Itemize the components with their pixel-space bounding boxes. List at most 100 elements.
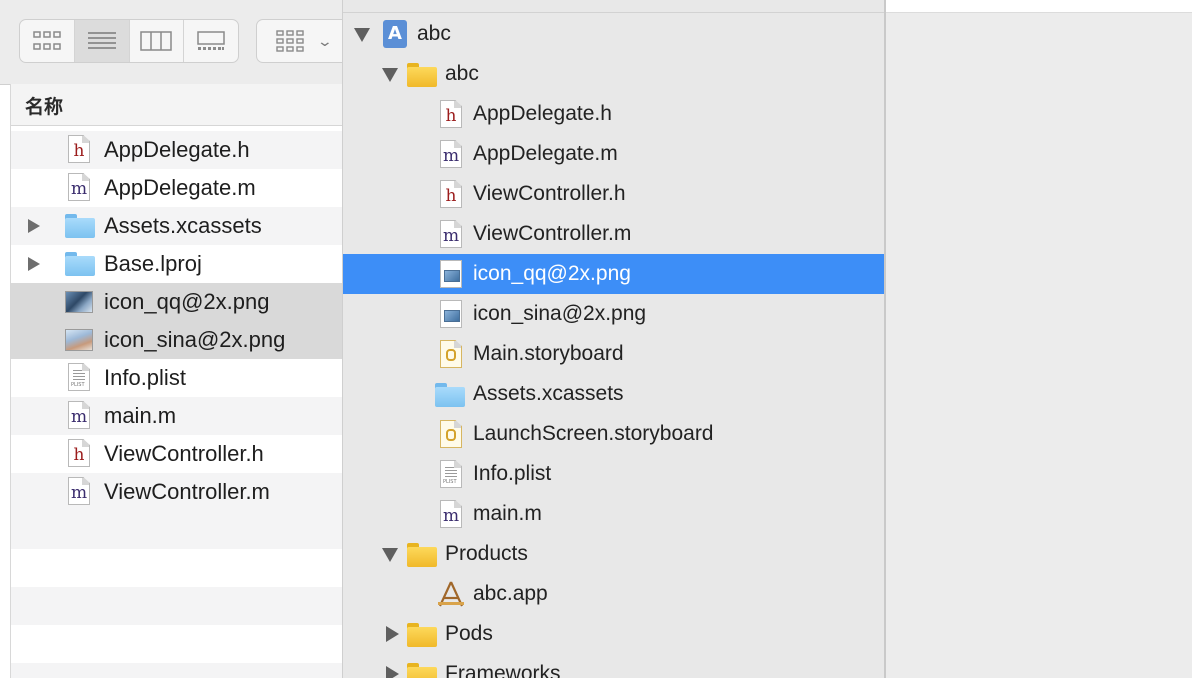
nav-item-label: Pods	[445, 622, 493, 645]
m-file-icon: m	[437, 500, 465, 528]
nav-item-frameworks[interactable]: Frameworks	[343, 654, 885, 678]
chevron-down-icon: ⌄	[316, 32, 334, 49]
nav-item-label: icon_qq@2x.png	[473, 262, 631, 285]
nav-item-appdelegate-h[interactable]: h AppDelegate.h	[343, 94, 885, 134]
nav-item-icon-qq-png-selected[interactable]: icon_qq@2x.png	[343, 254, 885, 294]
file-row-viewcontroller-h[interactable]: h ViewController.h	[11, 435, 342, 473]
list-view-icon	[87, 32, 116, 49]
list-view-button[interactable]	[74, 20, 130, 62]
icon-view-icon	[33, 31, 61, 50]
file-row-assets-xcassets[interactable]: Assets.xcassets	[11, 207, 342, 245]
file-name: icon_sina@2x.png	[104, 327, 286, 352]
file-name: AppDelegate.m	[104, 175, 256, 200]
nav-item-label: ViewController.m	[473, 222, 632, 245]
nav-item-label: main.m	[473, 502, 542, 525]
nav-item-pods[interactable]: Pods	[343, 614, 885, 654]
name-column-label: 名称	[25, 97, 64, 118]
nav-item-label: ViewController.h	[473, 182, 626, 205]
icon-view-button[interactable]	[20, 20, 75, 62]
group-by-button[interactable]: ⌄	[256, 19, 342, 63]
file-name: icon_qq@2x.png	[104, 289, 270, 314]
h-file-icon: h	[65, 135, 95, 165]
triangle-down-icon[interactable]	[353, 24, 371, 44]
nav-item-label: abc.app	[473, 582, 548, 605]
image-thumbnail-icon	[65, 325, 95, 355]
project-navigator: abc abc h AppDelegate.h m AppDelegate.m …	[342, 0, 885, 678]
nav-item-products[interactable]: Products	[343, 534, 885, 574]
view-mode-segmented-control	[19, 19, 239, 63]
file-row-appdelegate-m[interactable]: m AppDelegate.m	[11, 169, 342, 207]
triangle-right-icon	[28, 219, 40, 233]
empty-row	[11, 625, 342, 663]
m-file-icon: m	[65, 477, 95, 507]
storyboard-file-icon	[437, 420, 465, 448]
empty-row	[11, 511, 342, 549]
nav-item-label: AppDelegate.m	[473, 142, 618, 165]
blue-folder-icon	[65, 211, 95, 241]
triangle-right-icon[interactable]	[383, 664, 401, 678]
nav-item-main-storyboard[interactable]: Main.storyboard	[343, 334, 885, 374]
file-row-info-plist[interactable]: PLIST Info.plist	[11, 359, 342, 397]
empty-row	[11, 587, 342, 625]
nav-item-launchscreen-storyboard[interactable]: LaunchScreen.storyboard	[343, 414, 885, 454]
file-row-icon-sina-png[interactable]: icon_sina@2x.png	[11, 321, 342, 359]
nav-item-icon-sina-png[interactable]: icon_sina@2x.png	[343, 294, 885, 334]
nav-item-label: Main.storyboard	[473, 342, 624, 365]
file-name: Base.lproj	[104, 251, 202, 276]
nav-item-main-m[interactable]: m main.m	[343, 494, 885, 534]
nav-item-label: LaunchScreen.storyboard	[473, 422, 714, 445]
nav-item-project-abc[interactable]: abc	[343, 14, 885, 54]
nav-item-label: AppDelegate.h	[473, 102, 612, 125]
nav-item-label: Products	[445, 542, 528, 565]
nav-item-assets-xcassets[interactable]: Assets.xcassets	[343, 374, 885, 414]
nav-item-viewcontroller-m[interactable]: m ViewController.m	[343, 214, 885, 254]
yellow-folder-icon	[407, 620, 437, 648]
nav-item-group-abc[interactable]: abc	[343, 54, 885, 94]
gallery-view-icon	[197, 31, 225, 50]
nav-item-viewcontroller-h[interactable]: h ViewController.h	[343, 174, 885, 214]
plist-file-icon: PLIST	[65, 363, 95, 393]
nav-item-info-plist[interactable]: PLIST Info.plist	[343, 454, 885, 494]
triangle-down-icon[interactable]	[381, 544, 399, 564]
png-file-icon	[437, 300, 465, 328]
plist-file-icon: PLIST	[437, 460, 465, 488]
editor-area	[886, 0, 1192, 678]
m-file-icon: m	[65, 173, 95, 203]
finder-window: ⌄ 名称 h AppDelegate.h m AppDelegate.m Ass…	[0, 0, 342, 678]
file-row-base-lproj[interactable]: Base.lproj	[11, 245, 342, 283]
column-view-button[interactable]	[130, 20, 185, 62]
triangle-down-icon[interactable]	[381, 64, 399, 84]
name-column-header[interactable]: 名称	[11, 84, 342, 126]
h-file-icon: h	[437, 180, 465, 208]
nav-item-label: Info.plist	[473, 462, 552, 485]
file-row-appdelegate-h[interactable]: h AppDelegate.h	[11, 131, 342, 169]
nav-item-label: Assets.xcassets	[473, 382, 624, 405]
yellow-folder-icon	[407, 540, 437, 568]
nav-item-label: abc	[445, 62, 479, 85]
triangle-right-icon	[28, 257, 40, 271]
nav-item-appdelegate-m[interactable]: m AppDelegate.m	[343, 134, 885, 174]
m-file-icon: m	[437, 140, 465, 168]
gallery-view-button[interactable]	[184, 20, 238, 62]
file-list: h AppDelegate.h m AppDelegate.m Assets.x…	[11, 131, 342, 678]
nav-item-abc-app[interactable]: abc.app	[343, 574, 885, 614]
disclosure-triangle-collapsed[interactable]	[27, 207, 43, 245]
m-file-icon: m	[65, 401, 95, 431]
finder-toolbar: ⌄	[0, 0, 342, 85]
triangle-right-icon[interactable]	[383, 624, 401, 644]
file-row-icon-qq-png[interactable]: icon_qq@2x.png	[11, 283, 342, 321]
nav-item-label: Frameworks	[445, 662, 561, 678]
file-name: ViewController.m	[104, 479, 270, 504]
disclosure-triangle-collapsed[interactable]	[27, 245, 43, 283]
file-name: Info.plist	[104, 365, 186, 390]
file-name: Assets.xcassets	[104, 213, 262, 238]
yellow-folder-icon	[407, 60, 437, 88]
app-icon	[436, 580, 464, 608]
nav-item-label: abc	[417, 22, 451, 45]
image-thumbnail-icon	[65, 287, 95, 317]
file-row-viewcontroller-m[interactable]: m ViewController.m	[11, 473, 342, 511]
editor-top-strip	[886, 0, 1192, 13]
xcode-project-icon	[381, 20, 409, 48]
file-row-main-m[interactable]: m main.m	[11, 397, 342, 435]
h-file-icon: h	[65, 439, 95, 469]
